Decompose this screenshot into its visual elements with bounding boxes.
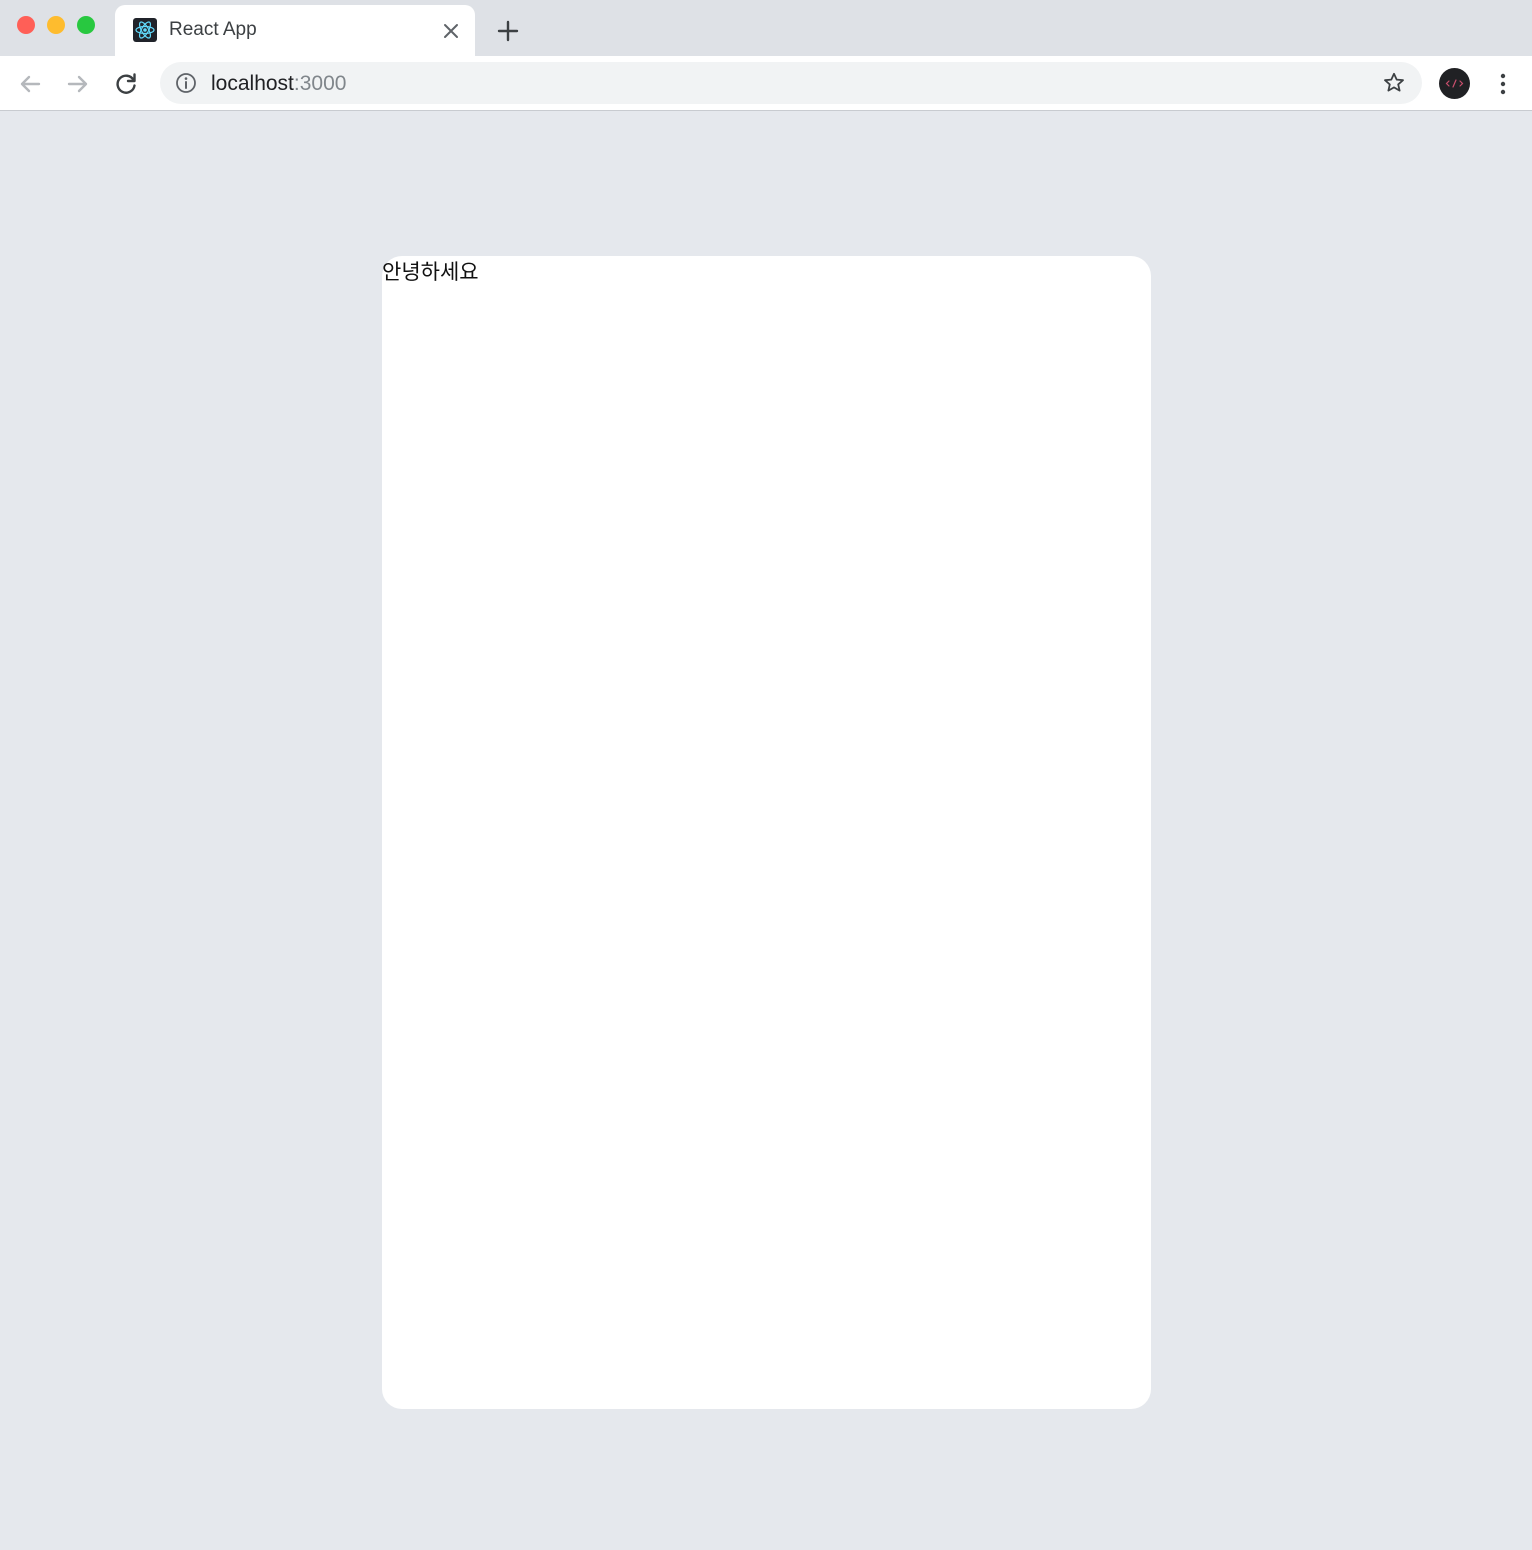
tab-title: React App (169, 19, 257, 40)
address-bar[interactable]: localhost:3000 (160, 62, 1422, 104)
kebab-menu-icon[interactable] (1491, 69, 1515, 99)
close-icon[interactable] (439, 19, 463, 43)
content-card: 안녕하세요 (382, 256, 1151, 1409)
url-port: :3000 (293, 72, 347, 95)
greeting-text: 안녕하세요 (382, 260, 479, 284)
forward-arrow-icon[interactable] (63, 69, 93, 99)
new-tab-plus-icon[interactable] (494, 17, 522, 45)
star-icon[interactable] (1382, 71, 1406, 95)
back-arrow-icon[interactable] (15, 69, 45, 99)
react-logo-icon (133, 18, 157, 42)
tab-react-app[interactable]: React App (115, 5, 475, 56)
info-icon[interactable] (175, 72, 197, 94)
window-minimize-button[interactable] (47, 16, 65, 34)
window-zoom-button[interactable] (77, 16, 95, 34)
window-close-button[interactable] (17, 16, 35, 34)
url-text[interactable]: localhost:3000 (211, 72, 346, 96)
reload-icon[interactable] (111, 69, 141, 99)
tab-strip: React App (0, 0, 1532, 56)
url-host: localhost (211, 72, 294, 95)
page-viewport: 안녕하세요 (0, 111, 1532, 1550)
profile-avatar[interactable] (1439, 68, 1470, 99)
browser-toolbar: localhost:3000 (0, 56, 1532, 111)
